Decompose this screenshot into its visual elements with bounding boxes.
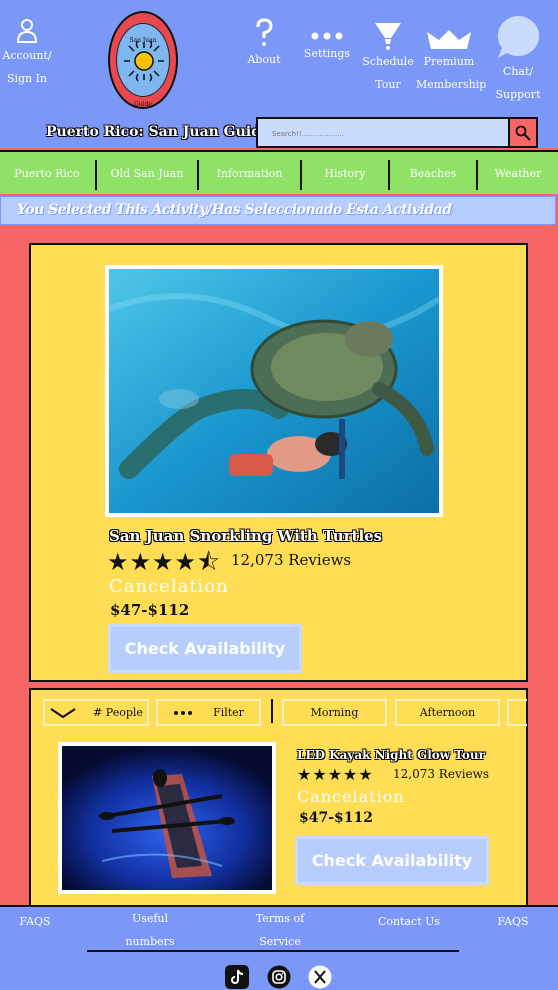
instagram-link[interactable] (267, 965, 291, 989)
activity-card-featured: San Juan Snorkling With Turtles ★★★★⯪ 12… (29, 243, 528, 682)
account-label: Account/ Sign In (2, 49, 52, 85)
chat-bubble-icon (497, 15, 540, 58)
main-nav: Puerto Rico Old San Juan Information His… (0, 150, 558, 194)
question-icon (256, 18, 273, 46)
schedule-tour-button[interactable]: Schedule Tour (362, 22, 414, 96)
activity-title[interactable]: San Juan Snorkling With Turtles (109, 527, 382, 545)
search-input[interactable] (262, 123, 506, 144)
dots-icon (311, 32, 343, 40)
funnel-icon (375, 23, 401, 50)
search-bar (256, 117, 538, 148)
x-icon (308, 965, 332, 989)
nav-item-puerto-rico[interactable]: Puerto Rico (0, 152, 94, 194)
cancellation-label: Cancelation (297, 787, 405, 806)
premium-membership-button[interactable]: Premium Membership (416, 28, 487, 96)
search-icon (515, 125, 531, 141)
user-icon (16, 19, 38, 43)
check-availability-button[interactable]: Check Availability (108, 624, 302, 673)
review-count[interactable]: 12,073 Reviews (231, 551, 351, 569)
footer-terms-link[interactable]: Terms of Service (250, 907, 310, 953)
logo-bottom-text: Guide (134, 101, 152, 108)
chat-support-button[interactable]: Chat/ Support (492, 14, 544, 106)
filter-label: Filter (213, 706, 244, 719)
nav-item-information[interactable]: Information (199, 152, 300, 194)
footer-contact-link[interactable]: Contact Us (372, 910, 446, 933)
chevron-down-icon (50, 707, 76, 718)
sea-turtle-snorkel-image (109, 269, 439, 513)
tiktok-link[interactable] (225, 965, 249, 989)
instagram-icon (267, 965, 291, 989)
selected-activity-banner: You Selected This Activity/Has Seleccion… (0, 196, 556, 225)
x-twitter-link[interactable] (308, 965, 332, 989)
top-header: Account/ Sign In San Juan Guide About Se… (0, 0, 558, 148)
site-logo[interactable]: San Juan Guide (108, 11, 178, 109)
activity-title[interactable]: LED Kayak Night Glow Tour (297, 748, 485, 762)
footer-divider (87, 950, 459, 952)
price-range: $47-$112 (110, 601, 190, 619)
nav-item-weather[interactable]: Weather (478, 152, 558, 194)
nav-item-old-san-juan[interactable]: Old San Juan (97, 152, 197, 194)
kayak-night-image (62, 746, 272, 890)
people-filter-dropdown[interactable]: # People (43, 699, 149, 726)
settings-button[interactable]: Settings (302, 30, 352, 65)
more-filter-chip[interactable] (507, 699, 527, 726)
about-button[interactable]: About (244, 18, 284, 71)
footer-useful-numbers-link[interactable]: Useful numbers (118, 907, 182, 953)
footer: FAQS Useful numbers Terms of Service Con… (0, 905, 558, 990)
check-availability-button[interactable]: Check Availability (295, 836, 489, 885)
account-sign-in-button[interactable]: Account/ Sign In (2, 18, 52, 90)
activity-photo-kayak (58, 742, 276, 894)
review-count[interactable]: 12,073 Reviews (393, 767, 489, 781)
sun-icon (124, 40, 164, 82)
about-label: About (247, 53, 281, 66)
morning-filter-chip[interactable]: Morning (282, 699, 387, 726)
schedule-label: Schedule Tour (362, 55, 414, 91)
footer-faqs-link[interactable]: FAQS (488, 910, 538, 933)
nav-item-beaches[interactable]: Beaches (390, 152, 476, 194)
filter-divider (271, 699, 273, 723)
rating-stars: ★★★★★ (297, 765, 374, 784)
premium-label: Premium Membership (416, 55, 487, 91)
cancellation-label: Cancelation (109, 576, 229, 597)
chat-label: Chat/ Support (495, 65, 541, 101)
activity-list-panel: # People Filter Morning Afternoon LED Ka… (29, 688, 528, 918)
price-range: $47-$112 (299, 810, 373, 826)
dots-icon (174, 710, 193, 715)
filter-button[interactable]: Filter (156, 699, 261, 726)
people-filter-label: # People (93, 706, 143, 719)
afternoon-filter-chip[interactable]: Afternoon (395, 699, 500, 726)
tiktok-icon (225, 965, 249, 989)
logo-emblem: San Juan Guide (116, 23, 170, 108)
crown-icon (427, 30, 471, 49)
settings-label: Settings (303, 47, 351, 60)
logo-top-text: San Juan (129, 37, 157, 44)
search-button[interactable] (508, 119, 536, 146)
nav-item-history[interactable]: History (302, 152, 388, 194)
footer-faqs-link[interactable]: FAQS (10, 910, 60, 933)
selected-activity-text: You Selected This Activity/Has Seleccion… (17, 202, 452, 218)
site-title: Puerto Rico: San Juan Guide (46, 124, 270, 140)
activity-photo-turtle (105, 265, 443, 517)
